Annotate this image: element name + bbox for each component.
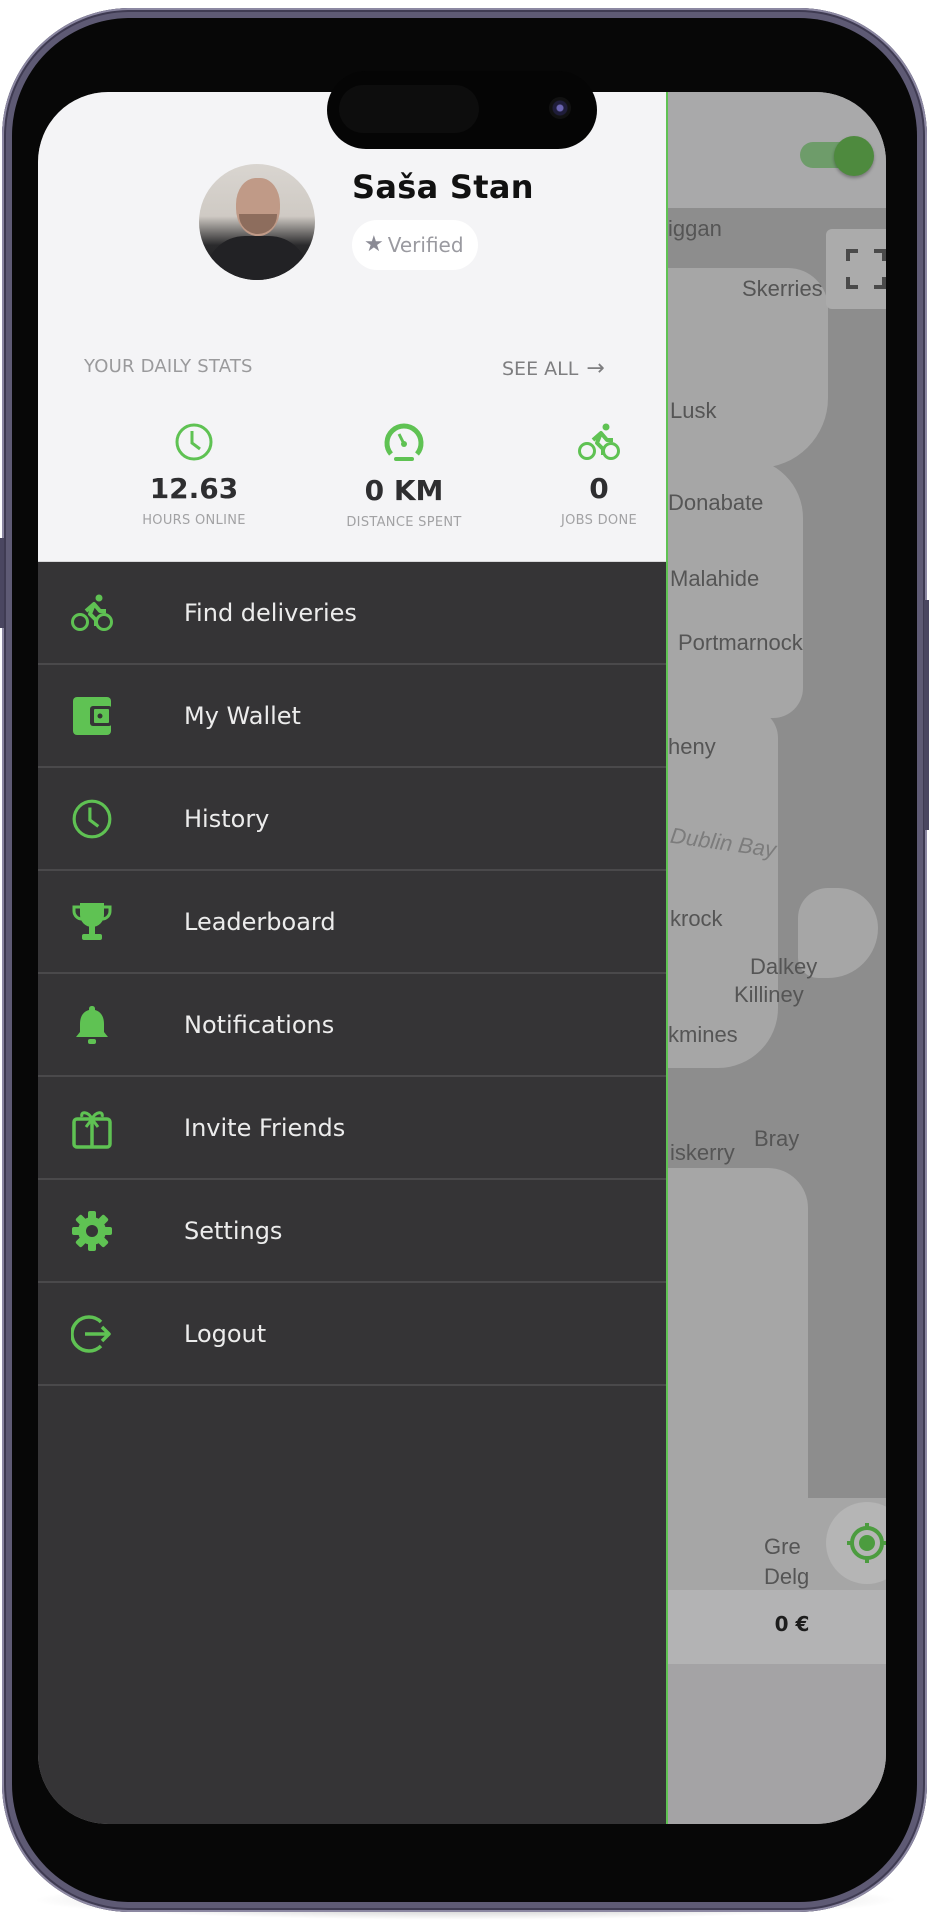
stat-label: JOBS DONE xyxy=(560,513,638,528)
verified-badge: ★ Verified xyxy=(352,220,478,270)
menu-item-label: Invite Friends xyxy=(184,1113,346,1142)
dynamic-island xyxy=(327,71,597,149)
menu-item-label: My Wallet xyxy=(184,701,301,730)
map-top-bar xyxy=(668,92,886,208)
menu-item-label: Find deliveries xyxy=(184,598,357,627)
menu-item-my-wallet[interactable]: My Wallet xyxy=(38,665,666,768)
map-label: krock xyxy=(670,906,723,931)
balance-value: 0 € xyxy=(774,1612,810,1636)
toggle-knob xyxy=(834,136,874,176)
stat-value: 0 KM xyxy=(364,474,444,507)
map-label: Bray xyxy=(754,1126,800,1151)
menu-item-history[interactable]: History xyxy=(38,768,666,871)
stat-value: 0 xyxy=(589,472,609,505)
avatar[interactable] xyxy=(199,164,315,280)
menu-item-label: Notifications xyxy=(184,1010,335,1039)
stat-label: HOURS ONLINE xyxy=(142,513,246,528)
phone-side-button xyxy=(0,538,4,628)
map-label: Lusk xyxy=(670,398,717,423)
online-toggle[interactable] xyxy=(800,136,874,176)
drawer-menu: Find deliveries My Wallet History Leader… xyxy=(38,562,666,1386)
verified-label: Verified xyxy=(387,233,464,257)
logout-icon xyxy=(68,1311,116,1357)
clock-icon xyxy=(175,423,213,461)
bell-icon xyxy=(68,1002,116,1048)
stat-label: DISTANCE SPENT xyxy=(346,515,462,530)
daily-stats-title: YOUR DAILY STATS xyxy=(84,356,253,377)
map-label: iggan xyxy=(668,216,722,241)
menu-item-invite-friends[interactable]: Invite Friends xyxy=(38,1077,666,1180)
gift-icon xyxy=(68,1105,116,1151)
menu-item-label: Logout xyxy=(184,1319,267,1348)
crosshair-location-icon xyxy=(847,1523,886,1563)
bicycle-icon xyxy=(578,423,620,460)
fullscreen-icon xyxy=(846,249,886,289)
map-label: Dalkey xyxy=(750,954,818,979)
arrow-right-icon: → xyxy=(586,356,605,381)
map-label: Skerries xyxy=(742,276,823,301)
avatar-hood xyxy=(205,236,309,280)
map-land xyxy=(668,708,778,1068)
map-label: iskerry xyxy=(670,1140,735,1165)
see-all-label: SEE ALL xyxy=(502,357,579,380)
trophy-icon xyxy=(68,899,116,945)
fullscreen-button[interactable] xyxy=(826,229,886,309)
front-camera xyxy=(549,97,571,119)
map-label: Gre xyxy=(764,1534,801,1559)
see-all-link[interactable]: SEE ALL → xyxy=(502,356,605,381)
speedometer-icon xyxy=(384,423,424,461)
navigation-drawer: Saša Stan ★ Verified YOUR DAILY STATS SE… xyxy=(38,92,668,1824)
map-view[interactable]: iggan Skerries Lusk Donabate Malahide Po… xyxy=(668,92,886,1824)
island-sensor xyxy=(339,85,479,133)
menu-item-notifications[interactable]: Notifications xyxy=(38,974,666,1077)
menu-item-label: Leaderboard xyxy=(184,907,336,936)
map-label: Killiney xyxy=(734,982,804,1007)
menu-item-settings[interactable]: Settings xyxy=(38,1180,666,1283)
user-name: Saša Stan xyxy=(352,168,534,206)
map-label: Delg xyxy=(764,1564,810,1589)
screen: iggan Skerries Lusk Donabate Malahide Po… xyxy=(38,92,886,1824)
phone-power-button xyxy=(924,600,929,830)
stat-value: 12.63 xyxy=(149,472,239,505)
gear-icon xyxy=(68,1208,116,1254)
stat-hours-online: 12.63 HOURS ONLINE xyxy=(94,422,294,528)
map-label: Malahide xyxy=(670,566,760,591)
menu-item-leaderboard[interactable]: Leaderboard xyxy=(38,871,666,974)
profile-header: Saša Stan ★ Verified YOUR DAILY STATS SE… xyxy=(38,92,666,562)
stat-jobs-done: 0 JOBS DONE xyxy=(499,422,699,528)
bicycle-icon xyxy=(68,590,116,636)
menu-item-logout[interactable]: Logout xyxy=(38,1283,666,1386)
map-label: kmines xyxy=(668,1022,738,1047)
map-label: Portmarnock xyxy=(678,630,803,655)
clock-icon xyxy=(68,796,116,842)
menu-item-label: History xyxy=(184,804,270,833)
balance-bar: 0 € xyxy=(668,1590,886,1664)
menu-item-label: Settings xyxy=(184,1216,283,1245)
stat-distance: 0 KM DISTANCE SPENT xyxy=(304,422,504,530)
star-icon: ★ xyxy=(364,232,384,257)
map-bottom-panel xyxy=(668,1664,886,1824)
menu-item-find-deliveries[interactable]: Find deliveries xyxy=(38,562,666,665)
map-canvas[interactable]: iggan Skerries Lusk Donabate Malahide Po… xyxy=(668,208,886,1590)
map-label: heny xyxy=(668,734,716,759)
wallet-icon xyxy=(68,693,116,739)
